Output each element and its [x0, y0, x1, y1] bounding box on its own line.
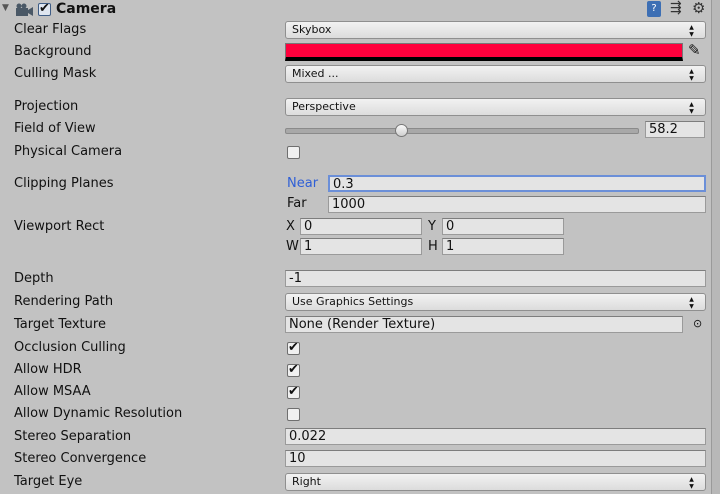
near-label: Near: [287, 176, 319, 191]
target-eye-dropdown[interactable]: Right ▲▼: [285, 473, 706, 491]
preset-icon[interactable]: ⇶: [670, 0, 682, 16]
stereo-convergence-label: Stereo Convergence: [14, 451, 147, 466]
target-texture-field[interactable]: None (Render Texture): [285, 316, 683, 333]
gear-icon[interactable]: ⚙: [692, 0, 705, 17]
component-enabled-checkbox[interactable]: ✔: [38, 2, 51, 16]
background-color-field[interactable]: [285, 43, 683, 61]
culling-mask-label: Culling Mask: [14, 66, 97, 81]
rendering-path-dropdown[interactable]: Use Graphics Settings ▲▼: [285, 293, 706, 311]
target-eye-value: Right: [292, 475, 321, 488]
fov-slider-track[interactable]: [285, 128, 639, 134]
stereo-separation-label: Stereo Separation: [14, 429, 132, 444]
camera-icon: [16, 3, 33, 16]
viewport-x-label: X: [286, 219, 295, 234]
stereo-separation-input[interactable]: 0.022: [285, 428, 706, 445]
viewport-y-label: Y: [428, 219, 436, 234]
projection-label: Projection: [14, 99, 79, 114]
dropdown-arrows-icon: ▲▼: [688, 101, 695, 115]
foldout-arrow-icon[interactable]: ▼: [2, 3, 9, 13]
allow-dynamic-resolution-label: Allow Dynamic Resolution: [14, 406, 183, 421]
eyedropper-icon[interactable]: ✎: [688, 41, 701, 59]
depth-input[interactable]: -1: [285, 270, 706, 287]
projection-value: Perspective: [292, 100, 356, 113]
viewport-y-input[interactable]: 0: [442, 218, 564, 235]
clear-flags-dropdown[interactable]: Skybox ▲▼: [285, 21, 706, 39]
viewport-w-input[interactable]: 1: [300, 238, 422, 255]
rendering-path-label: Rendering Path: [14, 294, 114, 309]
allow-dynamic-resolution-checkbox[interactable]: [287, 408, 300, 421]
allow-hdr-label: Allow HDR: [14, 362, 82, 377]
fov-slider-thumb[interactable]: [395, 124, 409, 137]
occlusion-culling-label: Occlusion Culling: [14, 340, 126, 355]
dropdown-arrows-icon: ▲▼: [688, 476, 695, 490]
clear-flags-label: Clear Flags: [14, 22, 87, 37]
clear-flags-value: Skybox: [292, 23, 332, 36]
fov-label: Field of View: [14, 121, 96, 136]
culling-mask-dropdown[interactable]: Mixed ... ▲▼: [285, 65, 706, 83]
viewport-w-label: W: [286, 239, 299, 254]
clipping-planes-label: Clipping Planes: [14, 176, 114, 191]
rendering-path-value: Use Graphics Settings: [292, 295, 414, 308]
target-eye-label: Target Eye: [14, 474, 83, 489]
far-input[interactable]: 1000: [328, 196, 706, 213]
projection-dropdown[interactable]: Perspective ▲▼: [285, 98, 706, 116]
object-picker-icon[interactable]: ⊙: [693, 317, 702, 330]
dropdown-arrows-icon: ▲▼: [688, 24, 695, 38]
near-input[interactable]: 0.3: [328, 175, 706, 192]
physical-camera-label: Physical Camera: [14, 144, 123, 159]
component-title: Camera: [56, 1, 117, 17]
viewport-rect-label: Viewport Rect: [14, 219, 105, 234]
dropdown-arrows-icon: ▲▼: [688, 296, 695, 310]
background-label: Background: [14, 44, 92, 59]
dropdown-arrows-icon: ▲▼: [688, 68, 695, 82]
allow-msaa-checkbox[interactable]: ✔: [287, 385, 300, 399]
target-texture-label: Target Texture: [14, 317, 106, 332]
help-icon[interactable]: ?: [647, 1, 661, 17]
viewport-x-input[interactable]: 0: [300, 218, 422, 235]
physical-camera-checkbox[interactable]: [287, 146, 300, 159]
fov-input[interactable]: 58.2: [645, 121, 705, 138]
culling-mask-value: Mixed ...: [292, 67, 339, 80]
far-label: Far: [287, 196, 307, 211]
allow-hdr-checkbox[interactable]: ✔: [287, 363, 300, 377]
occlusion-culling-checkbox[interactable]: ✔: [287, 341, 300, 355]
scrollbar[interactable]: [711, 0, 720, 494]
viewport-h-label: H: [428, 239, 438, 254]
allow-msaa-label: Allow MSAA: [14, 384, 91, 399]
stereo-convergence-input[interactable]: 10: [285, 450, 706, 467]
depth-label: Depth: [14, 271, 54, 286]
viewport-h-input[interactable]: 1: [442, 238, 564, 255]
